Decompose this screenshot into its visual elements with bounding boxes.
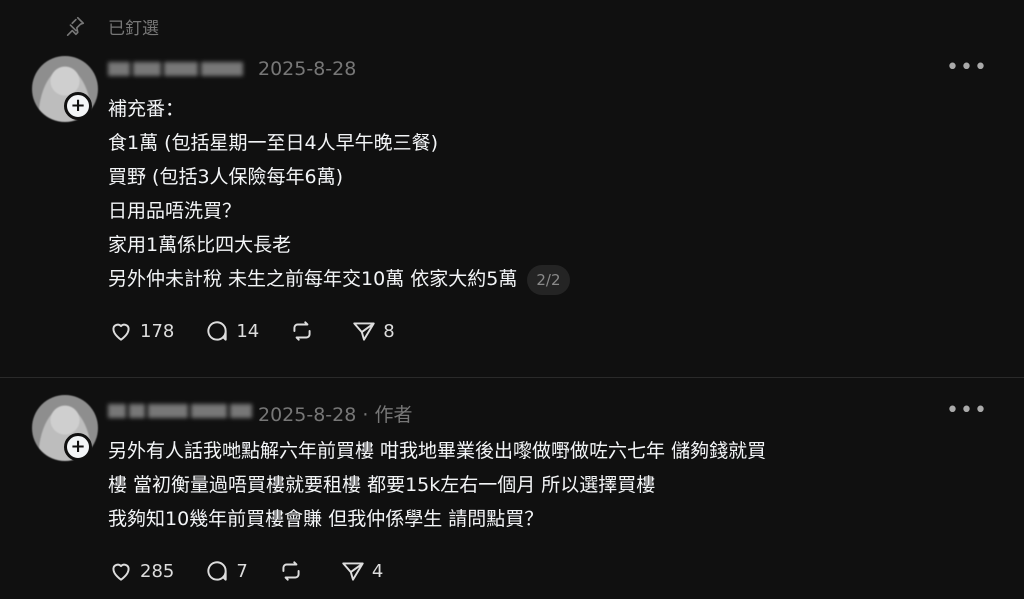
share-count: 4 xyxy=(371,560,384,582)
post-date[interactable]: 2025-8-28 xyxy=(258,58,356,80)
pinned-label: 已釘選 xyxy=(108,18,159,39)
more-options-icon[interactable]: ••• xyxy=(946,55,988,80)
like-button[interactable]: 178 xyxy=(108,318,174,344)
reply-button[interactable]: 7 xyxy=(204,558,248,584)
comment-icon xyxy=(207,321,228,341)
reply-count: 14 xyxy=(236,320,260,342)
share-button[interactable]: 8 xyxy=(351,318,395,344)
post-date[interactable]: 2025-8-28 xyxy=(258,404,356,426)
follow-plus-icon[interactable]: + xyxy=(64,92,92,120)
post-line: 食1萬 (包括星期一至日4人早午晚三餐) xyxy=(108,132,439,154)
page-badge[interactable]: 2/2 xyxy=(527,264,570,295)
more-options-icon[interactable]: ••• xyxy=(946,398,988,423)
reply-count: 7 xyxy=(236,560,248,582)
username-blurred[interactable] xyxy=(108,62,243,76)
like-count: 285 xyxy=(140,560,175,582)
repost-icon xyxy=(293,321,311,341)
post-actions: 178 14 8 xyxy=(108,318,425,344)
post-line: 我夠知10幾年前買樓會賺 但我仲係學生 請問點買？ xyxy=(108,508,544,530)
reply-button[interactable]: 14 xyxy=(204,318,259,344)
post-line: 另外￼有人話我哋點解六年前買樓 咁我地畢業後出嚟做嘢做咗六七年 儲夠錢就買 xyxy=(108,440,767,462)
post-line: 補充番： xyxy=(108,98,185,120)
send-icon xyxy=(353,322,375,341)
post-line: 另外仲未計稅 未生之前每年交10萬 依家大約5萬 2/2 xyxy=(108,262,570,296)
post-meta: 2025-8-28 · 作者 xyxy=(258,400,412,427)
post-actions: 285 7 4 xyxy=(108,558,413,584)
repost-button[interactable] xyxy=(289,318,321,344)
send-icon xyxy=(342,562,364,581)
post-body: 另外￼有人話我哋點解六年前買樓 咁我地畢業後出嚟做嘢做咗六七年 儲夠錢就買 樓 … xyxy=(108,434,766,536)
pinned-indicator: 已釘選 xyxy=(64,12,159,40)
follow-plus-icon[interactable]: + xyxy=(64,433,92,461)
heart-icon xyxy=(112,323,130,341)
post-line: 日用品唔洗買？ xyxy=(108,200,242,222)
like-count: 178 xyxy=(140,320,175,342)
post-line: 樓 當初￼衡量過唔買樓就要租樓 都要15k左右一個月 所以選擇買樓 xyxy=(108,474,656,496)
post-body: 補充番： 食1萬 (包括星期一至日4人早午晚三餐) 買野 (包括3人保險每年6萬… xyxy=(108,92,570,296)
pin-icon xyxy=(66,16,85,36)
post-line: 買野 (包括3人保險每年6萬) xyxy=(108,166,344,188)
share-count: 8 xyxy=(383,320,395,342)
username-blurred[interactable] xyxy=(108,404,252,418)
post-line: 家用1萬係比四大長老 xyxy=(108,234,292,256)
share-button[interactable]: 4 xyxy=(340,558,383,584)
like-button[interactable]: 285 xyxy=(108,558,174,584)
divider xyxy=(0,377,1024,378)
repost-button[interactable] xyxy=(278,558,310,584)
comment-icon xyxy=(207,561,228,581)
heart-icon xyxy=(112,563,130,581)
author-tag: · 作者 xyxy=(362,404,413,426)
repost-icon xyxy=(282,561,300,581)
post-meta: 2025-8-28 xyxy=(258,58,356,80)
